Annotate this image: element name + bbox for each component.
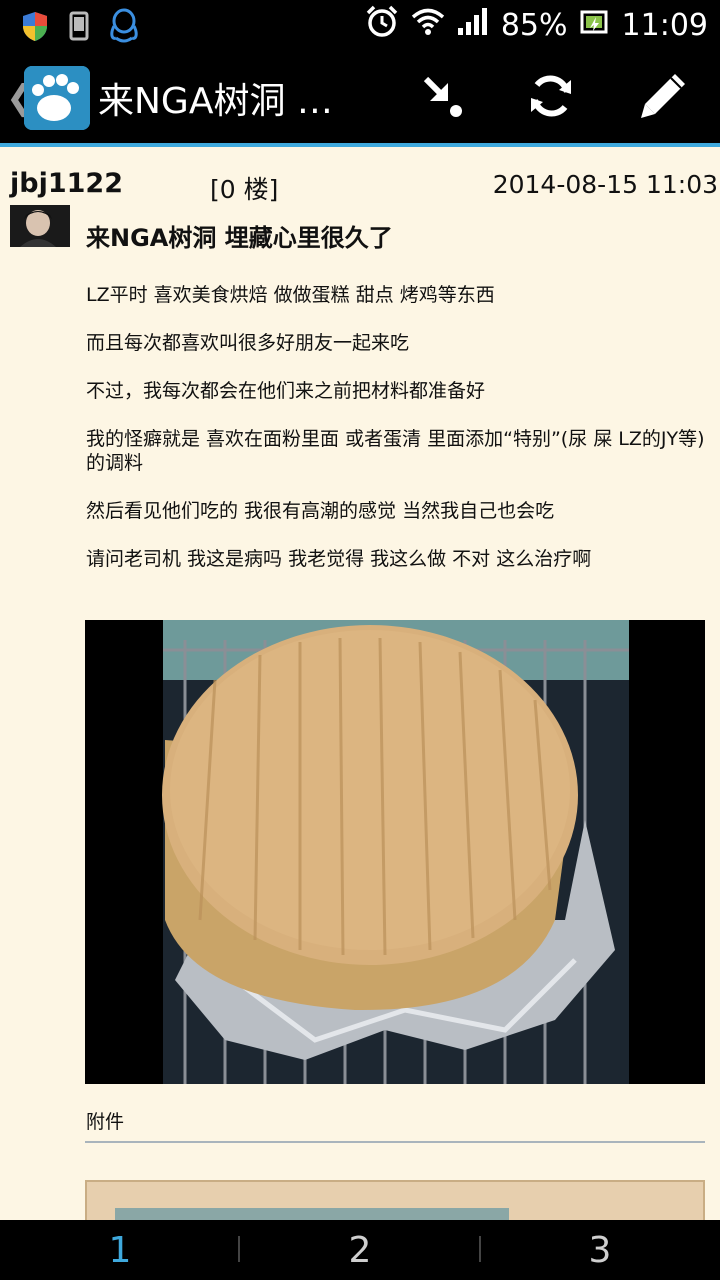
attachment-label: 附件	[86, 1111, 125, 1133]
post-paragraph: 而且每次都喜欢叫很多好朋友一起来吃	[86, 332, 410, 354]
floor-number: [0 楼]	[210, 175, 279, 204]
post-author[interactable]: jbj1122	[10, 168, 123, 199]
wifi-icon	[411, 6, 445, 44]
refresh-icon	[525, 70, 577, 126]
page-tab-1[interactable]: 1	[0, 1220, 240, 1280]
post-title: 来NGA树洞 埋藏心里很久了	[86, 224, 393, 252]
avatar[interactable]	[10, 205, 70, 247]
signal-icon	[457, 6, 489, 44]
attachment-divider	[85, 1141, 705, 1143]
page-navigation: 1 2 3	[0, 1220, 720, 1280]
post-image[interactable]	[85, 620, 705, 1084]
post-timestamp: 2014-08-15 11:03	[492, 170, 718, 199]
phone-icon	[68, 10, 90, 46]
alarm-icon	[365, 4, 399, 46]
edit-icon	[635, 68, 691, 128]
action-bar-divider	[0, 143, 720, 147]
status-bar: 85% 11:09	[0, 0, 720, 50]
app-logo-icon[interactable]	[24, 66, 90, 130]
post-paragraph: 我的怪癖就是 喜欢在面粉里面 或者蛋清 里面添加“特别”(尿 屎 LZ的JY等)…	[86, 428, 705, 474]
thread-title: 来NGA树洞 埋...	[98, 81, 358, 122]
edit-button[interactable]	[628, 65, 698, 131]
battery-icon	[580, 8, 610, 43]
page-tab-3[interactable]: 3	[480, 1220, 720, 1280]
jump-to-floor-icon	[416, 71, 466, 125]
post-paragraph: 请问老司机 我这是病吗 我老觉得 我这么做 不对 这么治疗啊	[86, 548, 592, 570]
page-tab-2[interactable]: 2	[240, 1220, 480, 1280]
refresh-button[interactable]	[516, 65, 586, 131]
tab-divider	[479, 1236, 481, 1262]
tab-divider	[238, 1236, 240, 1262]
post-paragraph: 不过，我每次都会在他们来之前把材料都准备好	[86, 380, 486, 402]
jump-to-floor-button[interactable]	[406, 65, 476, 131]
post-content: LZ平时 喜欢美食烘焙 做做蛋糕 甜点 烤鸡等东西 而且每次都喜欢叫很多好朋友一…	[86, 283, 706, 595]
post-paragraph: LZ平时 喜欢美食烘焙 做做蛋糕 甜点 烤鸡等东西	[86, 284, 495, 306]
action-bar: ❮ 来NGA树洞 埋...	[0, 50, 720, 143]
battery-percent: 85%	[500, 7, 568, 43]
post-paragraph: 然后看见他们吃的 我很有高潮的感觉 当然我自己也会吃	[86, 500, 555, 522]
clock-time: 11:09	[621, 7, 708, 43]
qq-penguin-icon	[108, 8, 140, 48]
shield-icon	[20, 10, 50, 46]
